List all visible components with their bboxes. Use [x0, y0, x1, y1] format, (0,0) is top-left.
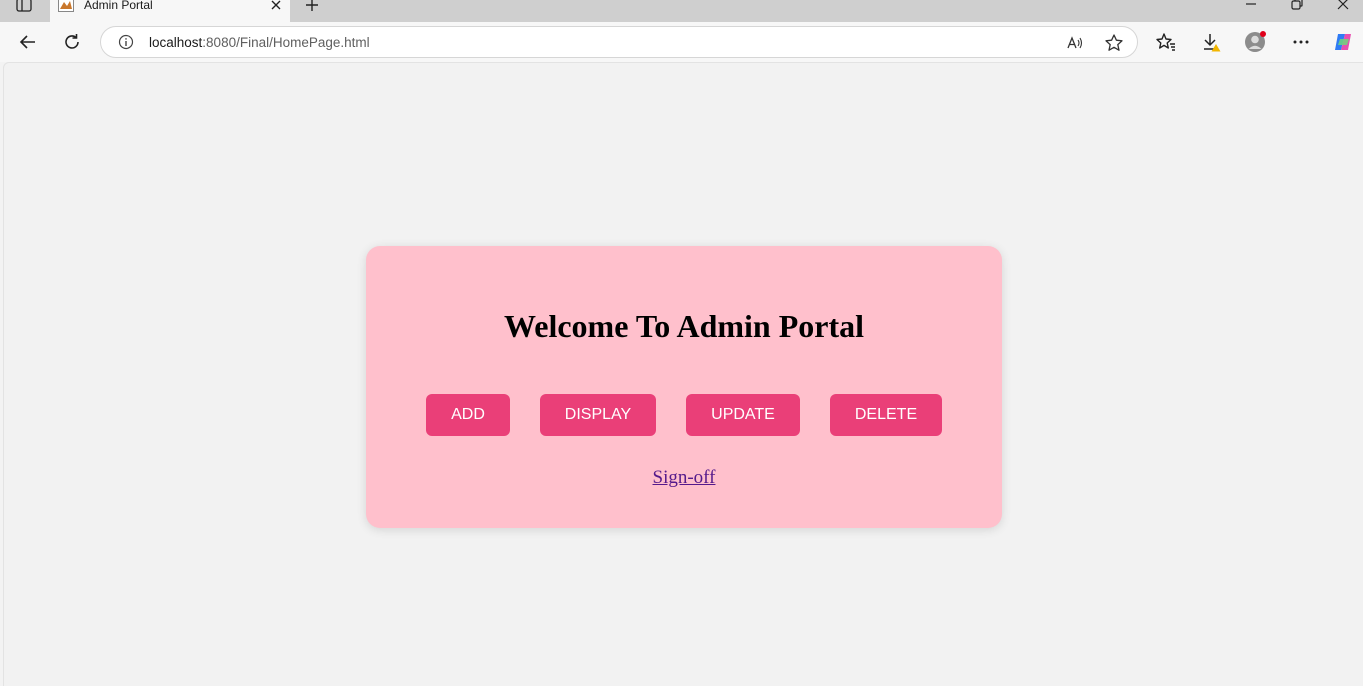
- read-aloud-icon[interactable]: [1065, 33, 1085, 53]
- close-window-icon[interactable]: [1336, 0, 1350, 11]
- add-favorite-star-icon[interactable]: [1104, 33, 1124, 53]
- profile-avatar-icon[interactable]: [1244, 31, 1266, 53]
- delete-button[interactable]: DELETE: [830, 394, 942, 436]
- browser-toolbar: localhost:8080/Final/HomePage.html: [0, 22, 1363, 62]
- display-button[interactable]: DISPLAY: [540, 394, 656, 436]
- refresh-icon[interactable]: [61, 31, 83, 53]
- sidebar-toggle-icon[interactable]: [16, 0, 32, 12]
- update-button[interactable]: UPDATE: [686, 394, 800, 436]
- address-bar[interactable]: localhost:8080/Final/HomePage.html: [100, 26, 1138, 58]
- copilot-icon[interactable]: [1332, 31, 1354, 53]
- minimize-icon[interactable]: [1244, 0, 1258, 11]
- tab-title: Admin Portal: [84, 0, 153, 12]
- tab-strip: Admin Portal: [0, 0, 1363, 22]
- tab-admin-portal[interactable]: Admin Portal: [50, 0, 290, 22]
- page-viewport: Welcome To Admin Portal ADD DISPLAY UPDA…: [3, 62, 1363, 686]
- add-button[interactable]: ADD: [426, 394, 510, 436]
- url-path: :8080/Final/HomePage.html: [202, 35, 370, 50]
- admin-portal-card: Welcome To Admin Portal ADD DISPLAY UPDA…: [366, 246, 1002, 528]
- downloads-icon[interactable]: [1200, 31, 1222, 53]
- favicon-icon: [58, 0, 74, 12]
- more-options-icon[interactable]: [1290, 31, 1312, 53]
- restore-icon[interactable]: [1290, 0, 1304, 11]
- close-tab-icon[interactable]: [270, 0, 282, 11]
- site-info-icon[interactable]: [118, 34, 134, 50]
- url-host: localhost: [149, 35, 203, 50]
- favorites-icon[interactable]: [1155, 31, 1177, 53]
- url-text[interactable]: localhost:8080/Final/HomePage.html: [149, 35, 370, 50]
- sign-off-link[interactable]: Sign-off: [366, 467, 1002, 489]
- back-arrow-icon[interactable]: [17, 31, 39, 53]
- new-tab-icon[interactable]: [304, 0, 320, 13]
- page-title: Welcome To Admin Portal: [504, 308, 864, 344]
